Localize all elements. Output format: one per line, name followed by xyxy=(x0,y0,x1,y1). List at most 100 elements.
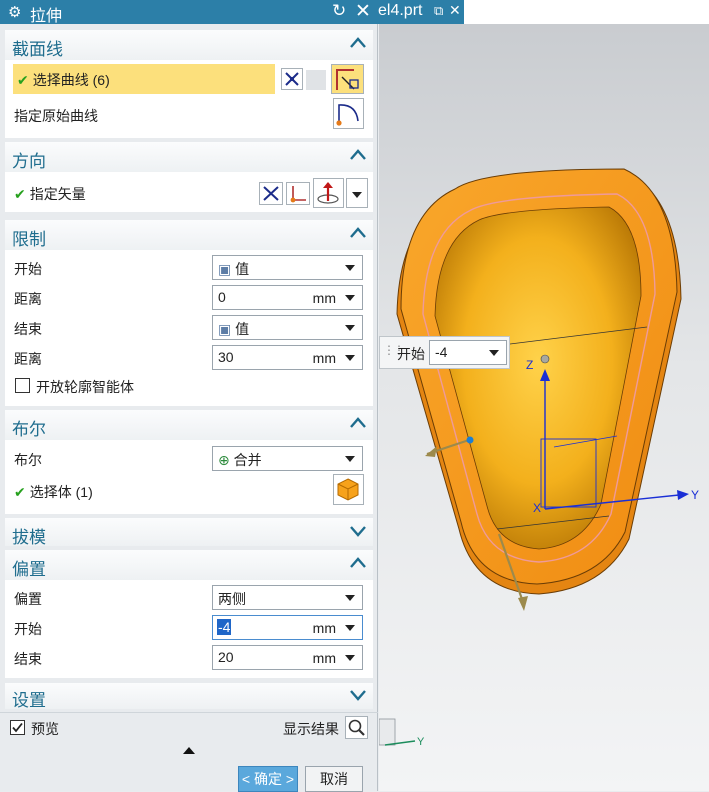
float-start-field[interactable]: -4 xyxy=(429,340,507,365)
chevron-down-icon[interactable] xyxy=(349,687,367,703)
limit-end-select[interactable]: ▣ 值 xyxy=(212,315,363,340)
boolean-label: 布尔 xyxy=(14,452,42,468)
direction-panel: 方向 ✔ 指定矢量 xyxy=(5,142,373,212)
start-handle-arrow[interactable] xyxy=(425,446,437,457)
section-title: 限制 xyxy=(12,230,46,249)
part-tab[interactable]: el4.prt ⧉ ✕ xyxy=(378,0,464,24)
open-profile-label: 开放轮廓智能体 xyxy=(36,379,134,395)
boolean-header[interactable]: 布尔 xyxy=(5,410,373,440)
settings-header[interactable]: 设置 xyxy=(5,683,373,710)
check-icon: ✔ xyxy=(14,186,26,202)
chevron-down-icon[interactable] xyxy=(345,655,355,661)
chevron-down-icon xyxy=(345,456,355,462)
model-view xyxy=(379,168,689,746)
curve-select-button[interactable] xyxy=(331,64,364,94)
check-icon: ✔ xyxy=(14,484,26,500)
chevron-up-icon[interactable] xyxy=(349,147,367,163)
distance2-label: 距离 xyxy=(14,351,42,367)
section-curve-panel: 截面线 ✔ 选择曲线 (6) 指定原始曲线 xyxy=(5,30,373,138)
cross-arrows-icon xyxy=(263,186,279,201)
start-handle-point[interactable] xyxy=(466,436,474,444)
section-title: 截面线 xyxy=(12,40,63,59)
z-handle[interactable] xyxy=(540,354,550,364)
dialog-title: 拉伸 xyxy=(30,8,63,25)
limit-start-label: 开始 xyxy=(14,261,42,277)
select-body-button[interactable] xyxy=(333,474,364,505)
distance1-label: 距离 xyxy=(14,291,42,307)
chevron-up-icon[interactable] xyxy=(349,415,367,431)
check-icon xyxy=(12,722,23,733)
close-icon[interactable]: ✕ xyxy=(449,2,461,19)
tab-detach-icon[interactable]: ⧉ xyxy=(434,3,443,19)
chevron-up-icon[interactable] xyxy=(349,555,367,571)
reset-icon[interactable]: ↻ xyxy=(332,1,346,21)
chevron-down-icon[interactable] xyxy=(345,295,355,301)
offset-header[interactable]: 偏置 xyxy=(5,550,373,580)
vector-icon xyxy=(317,182,339,204)
direction-header[interactable]: 方向 xyxy=(5,142,373,172)
end-handle-arrow[interactable] xyxy=(518,596,528,611)
show-result-label: 显示结果 xyxy=(283,721,339,737)
x-axis-label: X xyxy=(533,501,542,515)
limit-start-select[interactable]: ▣ 值 xyxy=(212,255,363,280)
curve-rule-button[interactable] xyxy=(281,68,303,90)
y-axis-arrow xyxy=(677,490,689,500)
chevron-up-icon[interactable] xyxy=(349,35,367,51)
cube-icon: ▣ xyxy=(218,321,236,337)
graphics-viewport[interactable]: Z X Y Y xyxy=(379,24,709,791)
orange-cube-icon xyxy=(337,478,359,501)
vector-cross-button[interactable] xyxy=(259,182,283,205)
select-body-row[interactable]: ✔ 选择体 (1) xyxy=(5,476,373,506)
offset-start-label: 开始 xyxy=(14,621,42,637)
extrude-dialog: ⚙ 拉伸 ↻ ✕ 截面线 ✔ 选择曲线 (6) 指定原始曲线 方向 ✔ 指定矢量… xyxy=(0,0,378,792)
chevron-down-icon xyxy=(345,325,355,331)
distance2-input[interactable]: 30 mm xyxy=(212,345,363,370)
stop-icon[interactable] xyxy=(306,70,326,90)
show-result-button[interactable] xyxy=(345,716,368,739)
gear-icon[interactable]: ⚙ xyxy=(8,3,21,21)
cube-icon: ▣ xyxy=(218,261,236,277)
chevron-down-icon[interactable] xyxy=(349,523,367,539)
specify-origin-row[interactable]: 指定原始曲线 xyxy=(5,100,373,130)
offset-select[interactable]: 两侧 xyxy=(212,585,363,610)
section-curve-icon xyxy=(336,69,359,90)
cancel-button[interactable]: 取消 xyxy=(305,766,363,792)
unite-icon: ⊕ xyxy=(218,452,234,468)
chevron-up-icon[interactable] xyxy=(349,225,367,241)
specify-origin-label: 指定原始曲线 xyxy=(14,108,98,124)
y-axis-label: Y xyxy=(691,488,700,502)
open-profile-checkbox[interactable] xyxy=(15,378,30,393)
offset-end-input[interactable]: 20 mm xyxy=(212,645,363,670)
preview-checkbox[interactable] xyxy=(10,720,25,735)
section-curve-header[interactable]: 截面线 xyxy=(5,30,373,60)
limits-header[interactable]: 限制 xyxy=(5,220,373,250)
float-start-label: 开始 xyxy=(397,346,425,362)
origin-curve-button[interactable] xyxy=(333,98,364,129)
z-axis-label: Z xyxy=(526,358,534,372)
chevron-down-icon[interactable] xyxy=(489,350,499,356)
view-triad-cube[interactable] xyxy=(379,718,396,746)
chevron-down-icon[interactable] xyxy=(345,625,355,631)
boolean-select[interactable]: ⊕ 合并 xyxy=(212,446,363,471)
onscreen-start-input: ⋮⋮ 开始 -4 xyxy=(379,336,510,369)
ok-button[interactable]: < 确定 > xyxy=(238,766,298,792)
close-icon[interactable]: ✕ xyxy=(355,0,371,23)
vector-dropdown-button[interactable] xyxy=(346,178,368,208)
vector-dialog-button[interactable] xyxy=(313,178,344,208)
offset-end-label: 结束 xyxy=(14,651,42,667)
axis-icon xyxy=(290,186,306,203)
preview-label: 预览 xyxy=(31,721,59,737)
select-curve-row[interactable]: ✔ 选择曲线 (6) xyxy=(13,64,275,94)
vector-axis-button[interactable] xyxy=(286,182,310,205)
offset-start-input[interactable]: -4 mm xyxy=(212,615,363,640)
chevron-down-icon[interactable] xyxy=(345,355,355,361)
dialog-title-bar[interactable]: ⚙ 拉伸 ↻ ✕ xyxy=(0,0,378,25)
cross-arrows-icon xyxy=(285,72,299,86)
expand-arrow-icon[interactable] xyxy=(183,747,195,754)
distance1-input[interactable]: 0 mm xyxy=(212,285,363,310)
settings-panel: 设置 xyxy=(5,683,373,710)
boolean-panel: 布尔 布尔 ⊕ 合并 ✔ 选择体 (1) xyxy=(5,410,373,514)
select-body-label: 选择体 (1) xyxy=(29,484,93,500)
draft-header[interactable]: 拔模 xyxy=(5,518,373,547)
limits-panel: 限制 开始 ▣ 值 距离 0 mm 结束 ▣ 值 距离 30 mm 开放轮廓智能… xyxy=(5,220,373,406)
